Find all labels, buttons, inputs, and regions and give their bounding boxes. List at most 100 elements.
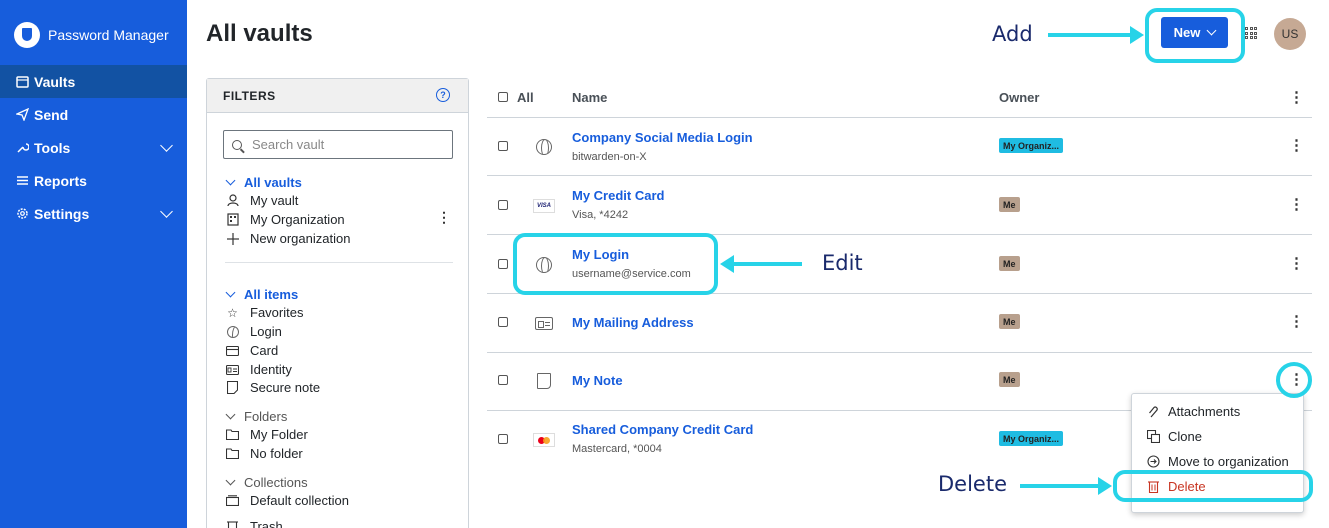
filter-label: My Organization	[250, 212, 345, 227]
menu-label: Attachments	[1168, 404, 1241, 419]
filter-collection-item[interactable]: Default collection	[225, 493, 349, 508]
filter-label: No folder	[250, 446, 303, 461]
help-icon[interactable]: ?	[436, 88, 450, 102]
filter-favorites[interactable]: ☆ Favorites	[225, 305, 303, 320]
nav-item-vaults[interactable]: Vaults	[0, 65, 187, 98]
row-options-icon[interactable]: ⋮	[1289, 138, 1304, 153]
filter-new-organization[interactable]: New organization	[225, 231, 350, 246]
add-arrow	[1048, 26, 1144, 44]
item-name-link[interactable]: My Mailing Address	[572, 315, 694, 330]
avatar[interactable]: US	[1274, 18, 1306, 50]
filter-my-organization[interactable]: My Organization	[225, 212, 345, 227]
chevron-down-icon[interactable]	[160, 139, 173, 152]
item-name-link[interactable]: My Note	[572, 373, 623, 388]
item-name-link[interactable]: Company Social Media Login	[572, 130, 753, 145]
filter-label: Collections	[244, 475, 308, 490]
item-subtitle: Visa, *4242	[572, 209, 629, 221]
nav-item-reports[interactable]: Reports	[0, 164, 187, 197]
item-name-link[interactable]: Shared Company Credit Card	[572, 422, 753, 437]
filter-label: Trash	[250, 519, 283, 528]
menu-item-attachments[interactable]: Attachments	[1146, 404, 1240, 419]
table-row[interactable]: VISA My Credit Card Visa, *4242 Me ⋮	[487, 177, 1312, 235]
row-options-icon[interactable]: ⋮	[1289, 314, 1304, 329]
building-icon	[225, 213, 240, 226]
filter-label: Identity	[250, 362, 292, 377]
item-name-link[interactable]: My Credit Card	[572, 188, 664, 203]
row-options-icon[interactable]: ⋮	[1289, 256, 1304, 271]
filters-title: FILTERS	[207, 79, 468, 113]
nav-item-send[interactable]: Send	[0, 98, 187, 131]
edit-arrow	[720, 255, 802, 273]
organization-options-icon[interactable]: ⋮	[437, 209, 451, 226]
filter-trash[interactable]: Trash	[225, 519, 283, 528]
menu-item-move-to-organization[interactable]: Move to organization	[1146, 454, 1289, 469]
filter-label: All items	[244, 287, 299, 302]
filter-no-folder[interactable]: No folder	[225, 446, 303, 461]
table-row[interactable]: Company Social Media Login bitwarden-on-…	[487, 118, 1312, 176]
delete-callout-outline	[1113, 470, 1313, 502]
header-all: All	[517, 90, 534, 105]
app-name: Password Manager	[48, 27, 169, 43]
filter-label: Default collection	[250, 493, 349, 508]
delete-arrow	[1020, 477, 1112, 495]
paperclip-icon	[1146, 405, 1160, 418]
star-icon: ☆	[227, 305, 238, 320]
shield-logo-icon	[14, 22, 40, 48]
trash-icon	[225, 520, 240, 528]
filter-my-vault[interactable]: My vault	[225, 193, 298, 208]
filter-label: My Folder	[250, 427, 308, 442]
filter-all-items[interactable]: All items	[225, 287, 298, 302]
filter-login[interactable]: Login	[225, 324, 282, 339]
filter-all-vaults[interactable]: All vaults	[225, 175, 302, 190]
vault-icon	[16, 75, 29, 88]
credit-card-icon	[225, 345, 240, 356]
edit-annotation-label: Edit	[822, 251, 863, 275]
product-switcher-icon[interactable]	[1245, 27, 1257, 39]
row-checkbox[interactable]	[498, 434, 508, 444]
id-card-icon	[533, 312, 555, 334]
search-input[interactable]: Search vault	[223, 130, 453, 159]
wrench-icon	[16, 141, 29, 154]
row-checkbox[interactable]	[498, 259, 508, 269]
select-all-checkbox[interactable]	[498, 92, 508, 102]
row-checkbox[interactable]	[498, 375, 508, 385]
visa-icon: VISA	[533, 195, 555, 217]
filter-label: Secure note	[250, 380, 321, 395]
row-checkbox[interactable]	[498, 141, 508, 151]
menu-label: Move to organization	[1168, 454, 1289, 469]
item-subtitle: bitwarden-on-X	[572, 151, 647, 163]
filter-card[interactable]: Card	[225, 343, 278, 358]
bulk-options-icon[interactable]: ⋮	[1289, 90, 1304, 105]
table-row[interactable]: My Mailing Address Me ⋮	[487, 295, 1312, 353]
header-name[interactable]: Name	[572, 90, 607, 105]
owner-badge: My Organiz...	[999, 431, 1064, 446]
filters-panel: FILTERS ? Search vault All vaults My vau…	[206, 78, 469, 528]
clone-icon	[1146, 430, 1160, 443]
owner-badge: Me	[999, 197, 1020, 212]
row-checkbox[interactable]	[498, 200, 508, 210]
caret-down-icon	[225, 175, 236, 186]
collection-icon	[225, 495, 240, 506]
filter-identity[interactable]: Identity	[225, 362, 292, 377]
nav-item-settings[interactable]: Settings	[0, 197, 187, 230]
chevron-down-icon[interactable]	[160, 205, 173, 218]
caret-down-icon	[225, 475, 236, 486]
caret-down-icon	[225, 409, 236, 420]
filter-label: My vault	[250, 193, 299, 208]
filter-label: Folders	[244, 409, 288, 424]
globe-icon	[225, 325, 240, 338]
header-owner[interactable]: Owner	[999, 90, 1039, 105]
id-card-icon	[225, 364, 240, 375]
filter-label: All vaults	[244, 175, 302, 190]
brand[interactable]: Password Manager	[14, 22, 169, 48]
menu-item-clone[interactable]: Clone	[1146, 429, 1202, 444]
filter-folder-item[interactable]: My Folder	[225, 427, 308, 442]
add-callout-outline	[1145, 8, 1245, 63]
row-options-icon[interactable]: ⋮	[1289, 197, 1304, 212]
filter-secure-note[interactable]: Secure note	[225, 380, 320, 395]
owner-badge: Me	[999, 256, 1020, 271]
filter-collections-header[interactable]: Collections	[225, 475, 308, 490]
filter-folders-header[interactable]: Folders	[225, 409, 287, 424]
row-checkbox[interactable]	[498, 317, 508, 327]
nav-item-tools[interactable]: Tools	[0, 131, 187, 164]
